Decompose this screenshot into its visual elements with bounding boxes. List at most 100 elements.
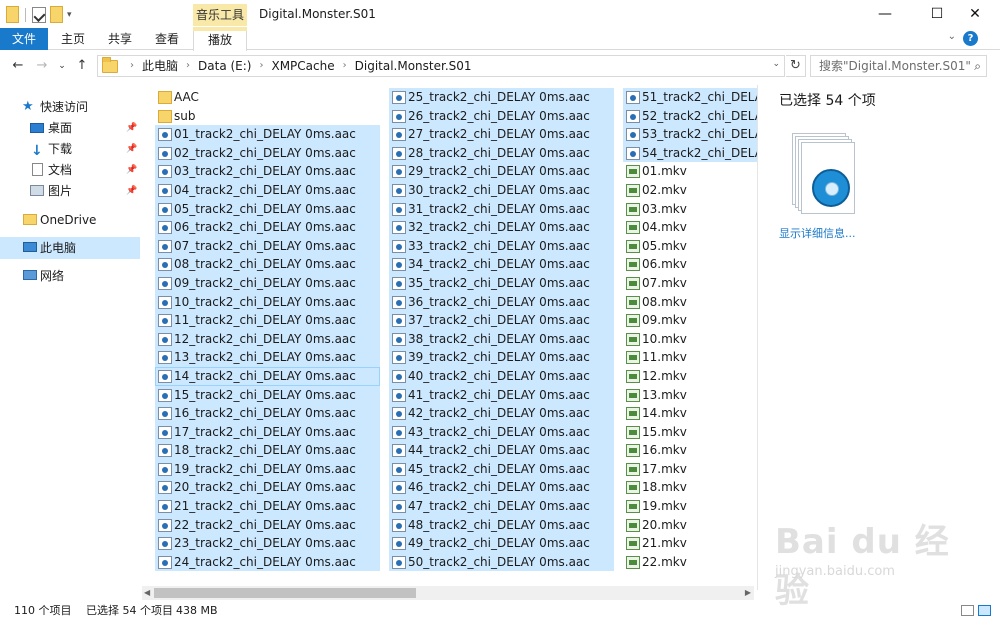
customize-qat-icon[interactable]: ▾ [67, 10, 72, 20]
properties-icon[interactable] [32, 6, 46, 23]
file-item[interactable]: 14.mkv [623, 404, 757, 423]
file-item[interactable]: 32_track2_chi_DELAY 0ms.aac [389, 218, 614, 237]
tab-share[interactable]: 共享 [100, 28, 140, 50]
file-item[interactable]: 18.mkv [623, 478, 757, 497]
crumb-current[interactable]: Digital.Monster.S01 [355, 56, 472, 76]
nav-item-this-pc[interactable]: 此电脑 [0, 237, 140, 259]
file-list[interactable]: AAC sub 01_track2_chi_DELAY 0ms.aac 02_trac… [142, 85, 757, 572]
scroll-left-icon[interactable]: ◀ [144, 586, 150, 600]
close-button[interactable]: ✕ [952, 0, 998, 28]
large-icons-view-icon[interactable] [978, 605, 991, 616]
file-item[interactable]: 16.mkv [623, 441, 757, 460]
scroll-right-icon[interactable]: ▶ [745, 586, 751, 600]
horizontal-scrollbar[interactable]: ◀ ▶ [142, 586, 754, 600]
file-item[interactable]: 07_track2_chi_DELAY 0ms.aac [155, 236, 380, 256]
crumb-drive[interactable]: Data (E:) [198, 56, 251, 76]
file-item[interactable]: 45_track2_chi_DELAY 0ms.aac [389, 459, 614, 479]
refresh-button[interactable]: ↻ [786, 55, 806, 77]
address-bar[interactable]: › 此电脑 › Data (E:) › XMPCache › Digital.M… [97, 55, 785, 77]
file-item[interactable]: 13_track2_chi_DELAY 0ms.aac [155, 348, 380, 367]
file-item[interactable]: 33_track2_chi_DELAY 0ms.aac [389, 236, 614, 256]
file-item[interactable]: 36_track2_chi_DELAY 0ms.aac [389, 292, 614, 312]
folder-item[interactable]: sub [155, 107, 380, 126]
nav-item-documents[interactable]: 文档 📌 [0, 159, 140, 181]
file-item[interactable]: 40_track2_chi_DELAY 0ms.aac [389, 366, 614, 386]
file-item[interactable]: 05.mkv [623, 237, 757, 256]
file-item[interactable]: 24_track2_chi_DELAY 0ms.aac [155, 552, 380, 572]
file-item[interactable]: 51_track2_chi_DELAY 0ms.aac [623, 88, 757, 107]
file-item[interactable]: 43_track2_chi_DELAY 0ms.aac [389, 422, 614, 442]
file-item[interactable]: 09.mkv [623, 311, 757, 330]
file-item[interactable]: 09_track2_chi_DELAY 0ms.aac [155, 273, 380, 293]
file-item[interactable]: 05_track2_chi_DELAY 0ms.aac [155, 199, 380, 219]
file-item[interactable]: 17_track2_chi_DELAY 0ms.aac [155, 422, 380, 442]
file-item[interactable]: 22_track2_chi_DELAY 0ms.aac [155, 515, 380, 535]
tab-view[interactable]: 查看 [146, 28, 188, 50]
file-item[interactable]: 21.mkv [623, 534, 757, 553]
file-item[interactable]: 01.mkv [623, 162, 757, 181]
file-item[interactable]: 26_track2_chi_DELAY 0ms.aac [389, 106, 614, 126]
pin-icon[interactable]: 📌 [126, 117, 137, 139]
file-item[interactable]: 11_track2_chi_DELAY 0ms.aac [155, 311, 380, 330]
file-item[interactable]: 18_track2_chi_DELAY 0ms.aac [155, 441, 380, 460]
pin-icon[interactable]: 📌 [126, 180, 137, 202]
file-item[interactable]: 49_track2_chi_DELAY 0ms.aac [389, 534, 614, 553]
crumb-xmpcache[interactable]: XMPCache [271, 56, 334, 76]
recent-locations-icon[interactable]: ⌄ [52, 57, 72, 75]
file-item[interactable]: 11.mkv [623, 348, 757, 367]
file-item[interactable]: 17.mkv [623, 460, 757, 479]
up-button[interactable]: ↑ [72, 57, 92, 75]
file-item[interactable]: 50_track2_chi_DELAY 0ms.aac [389, 552, 614, 572]
nav-item-onedrive[interactable]: OneDrive [0, 209, 140, 231]
file-item[interactable]: 06_track2_chi_DELAY 0ms.aac [155, 218, 380, 237]
file-item[interactable]: 07.mkv [623, 274, 757, 293]
show-details-link[interactable]: 显示详细信息... [779, 225, 856, 241]
file-item[interactable]: 48_track2_chi_DELAY 0ms.aac [389, 515, 614, 535]
file-item[interactable]: 29_track2_chi_DELAY 0ms.aac [389, 162, 614, 181]
file-item[interactable]: 46_track2_chi_DELAY 0ms.aac [389, 478, 614, 498]
file-item[interactable]: 08_track2_chi_DELAY 0ms.aac [155, 255, 380, 274]
tab-play[interactable]: 播放 [193, 27, 247, 51]
file-item[interactable]: 23_track2_chi_DELAY 0ms.aac [155, 534, 380, 553]
file-item[interactable]: 34_track2_chi_DELAY 0ms.aac [389, 255, 614, 274]
file-item[interactable]: 12_track2_chi_DELAY 0ms.aac [155, 329, 380, 349]
file-item[interactable]: 54_track2_chi_DELAY 0ms.aac [623, 143, 757, 163]
expand-ribbon-icon[interactable]: ⌄ [948, 31, 956, 42]
file-item[interactable]: 04.mkv [623, 218, 757, 237]
file-item[interactable]: 19_track2_chi_DELAY 0ms.aac [155, 459, 380, 479]
crumb-this-pc[interactable]: 此电脑 [142, 56, 178, 76]
nav-item-downloads[interactable]: ↓ 下载 📌 [0, 138, 140, 160]
file-item[interactable]: 27_track2_chi_DELAY 0ms.aac [389, 125, 614, 144]
details-view-icon[interactable] [961, 605, 974, 616]
file-item[interactable]: 08.mkv [623, 293, 757, 312]
minimize-button[interactable]: — [862, 0, 908, 28]
file-item[interactable]: 37_track2_chi_DELAY 0ms.aac [389, 311, 614, 330]
file-item[interactable]: 44_track2_chi_DELAY 0ms.aac [389, 441, 614, 460]
folder-item[interactable]: AAC [155, 88, 380, 107]
file-item[interactable]: 21_track2_chi_DELAY 0ms.aac [155, 497, 380, 516]
file-item[interactable]: 53_track2_chi_DELAY 0ms.aac [623, 125, 757, 144]
file-item[interactable]: 47_track2_chi_DELAY 0ms.aac [389, 497, 614, 516]
file-item[interactable]: 15.mkv [623, 423, 757, 442]
file-item[interactable]: 42_track2_chi_DELAY 0ms.aac [389, 404, 614, 423]
nav-item-quick-access[interactable]: ★ 快速访问 [0, 96, 140, 118]
nav-item-desktop[interactable]: 桌面 📌 [0, 117, 140, 139]
file-item[interactable]: 16_track2_chi_DELAY 0ms.aac [155, 404, 380, 423]
file-item[interactable]: 04_track2_chi_DELAY 0ms.aac [155, 180, 380, 200]
scrollbar-thumb[interactable] [154, 588, 416, 598]
tab-file[interactable]: 文件 [0, 28, 48, 50]
file-item[interactable]: 41_track2_chi_DELAY 0ms.aac [389, 385, 614, 405]
file-item[interactable]: 19.mkv [623, 497, 757, 516]
new-folder-icon[interactable] [50, 6, 63, 23]
file-item[interactable]: 39_track2_chi_DELAY 0ms.aac [389, 348, 614, 367]
forward-button[interactable]: → [32, 57, 52, 75]
file-item[interactable]: 13.mkv [623, 386, 757, 405]
pin-icon[interactable]: 📌 [126, 159, 137, 181]
pin-icon[interactable]: 📌 [126, 138, 137, 160]
file-item[interactable]: 20_track2_chi_DELAY 0ms.aac [155, 478, 380, 498]
file-item[interactable]: 31_track2_chi_DELAY 0ms.aac [389, 199, 614, 219]
file-item[interactable]: 06.mkv [623, 255, 757, 274]
chevron-right-icon[interactable]: › [259, 56, 263, 76]
chevron-right-icon[interactable]: › [343, 56, 347, 76]
file-item[interactable]: 35_track2_chi_DELAY 0ms.aac [389, 273, 614, 293]
